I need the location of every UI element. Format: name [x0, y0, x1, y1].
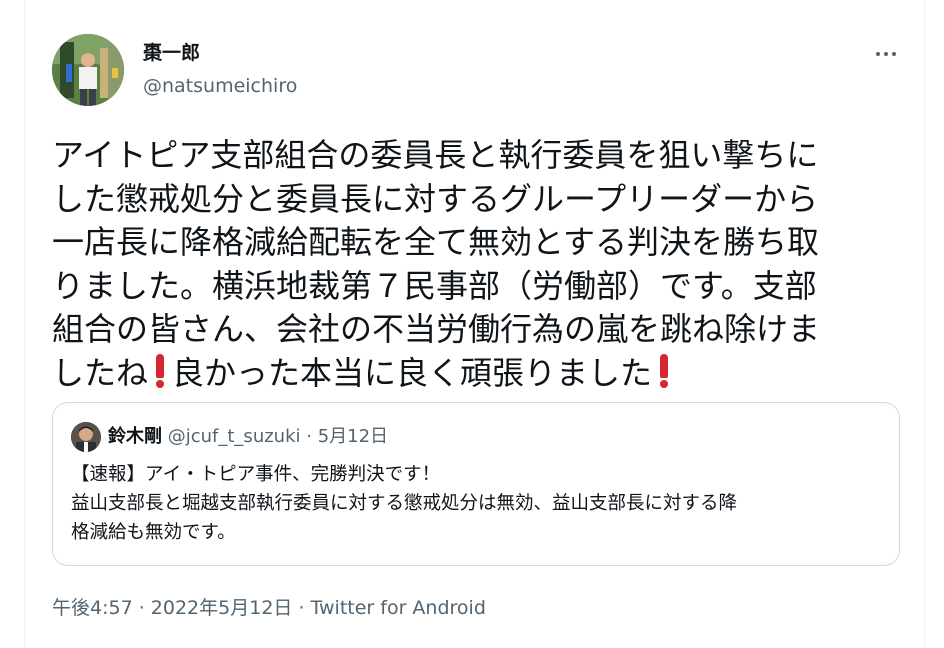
tweet-text-segment: したね	[52, 353, 149, 392]
quoted-text-line: 【速報】アイ・トピア事件、完勝判決です！	[71, 464, 441, 485]
column-divider-left	[24, 0, 25, 648]
column-divider-right	[924, 0, 925, 648]
author-avatar[interactable]	[52, 34, 124, 106]
tweet-text-segment: 良かった本当に良く頑張りました	[172, 353, 653, 392]
more-options-button[interactable]	[868, 40, 904, 68]
author-name[interactable]: 棗一郎	[143, 41, 200, 65]
tweet-date[interactable]: 2022年5月12日	[151, 597, 293, 619]
tweet-time[interactable]: 午後4:57	[52, 597, 133, 619]
meta-separator: ·	[132, 597, 151, 619]
tweet-text: アイトピア支部組合の委員長と執行委員を狙い撃ちに した懲戒処分と委員長に対するグ…	[52, 134, 882, 395]
tweet-text-line: した懲戒処分と委員長に対するグループリーダーから	[52, 179, 819, 218]
more-dot-icon	[876, 52, 880, 56]
heavy-exclamation-mark-icon	[149, 352, 171, 388]
tweet-text-line: アイトピア支部組合の委員長と執行委員を狙い撃ちに	[52, 136, 819, 174]
tweet-text-line: したね 良かった本当に良く頑張りました	[52, 352, 882, 396]
tweet-text-line: 組合の皆さん、会社の不当労働行為の嵐を跳ね除けま	[52, 310, 821, 348]
heavy-exclamation-mark-icon	[653, 352, 675, 388]
quoted-author-avatar[interactable]	[71, 422, 101, 452]
meta-separator: ·	[292, 597, 311, 619]
quoted-text-line: 益山支部長と堀越支部執行委員に対する懲戒処分は無効、益山支部長に対する降	[71, 493, 738, 514]
tweet-metadata: 午後4:57 · 2022年5月12日 · Twitter for Androi…	[52, 595, 486, 621]
quoted-tweet-text: 【速報】アイ・トピア事件、完勝判決です！ 益山支部長と堀越支部執行委員に対する懲…	[71, 460, 891, 547]
author-handle[interactable]: @natsumeichiro	[143, 74, 297, 98]
meta-separator: ·	[300, 426, 318, 447]
tweet-text-line: 一店長に降格減給配転を全て無効とする判決を勝ち取	[52, 223, 820, 261]
quoted-author-name[interactable]: 鈴木剛	[108, 426, 162, 447]
quoted-tweet-header: 鈴木剛 @jcuf_t_suzuki · 5月12日	[108, 425, 388, 449]
quoted-text-line: 格減給も無効です。	[71, 522, 236, 543]
avatar-photo-icon	[52, 34, 124, 106]
quoted-tweet-date[interactable]: 5月12日	[318, 426, 388, 447]
quoted-author-handle[interactable]: @jcuf_t_suzuki	[168, 426, 301, 447]
more-dot-icon	[884, 52, 888, 56]
tweet-source-link[interactable]: Twitter for Android	[311, 597, 486, 619]
tweet-detail: 棗一郎 @natsumeichiro アイトピア支部組合の委員長と執行委員を狙い…	[0, 0, 944, 648]
more-dot-icon	[892, 52, 896, 56]
tweet-text-line: りました。横浜地裁第７民事部（労働部）です。支部	[52, 266, 817, 305]
avatar-photo-icon	[71, 422, 101, 452]
